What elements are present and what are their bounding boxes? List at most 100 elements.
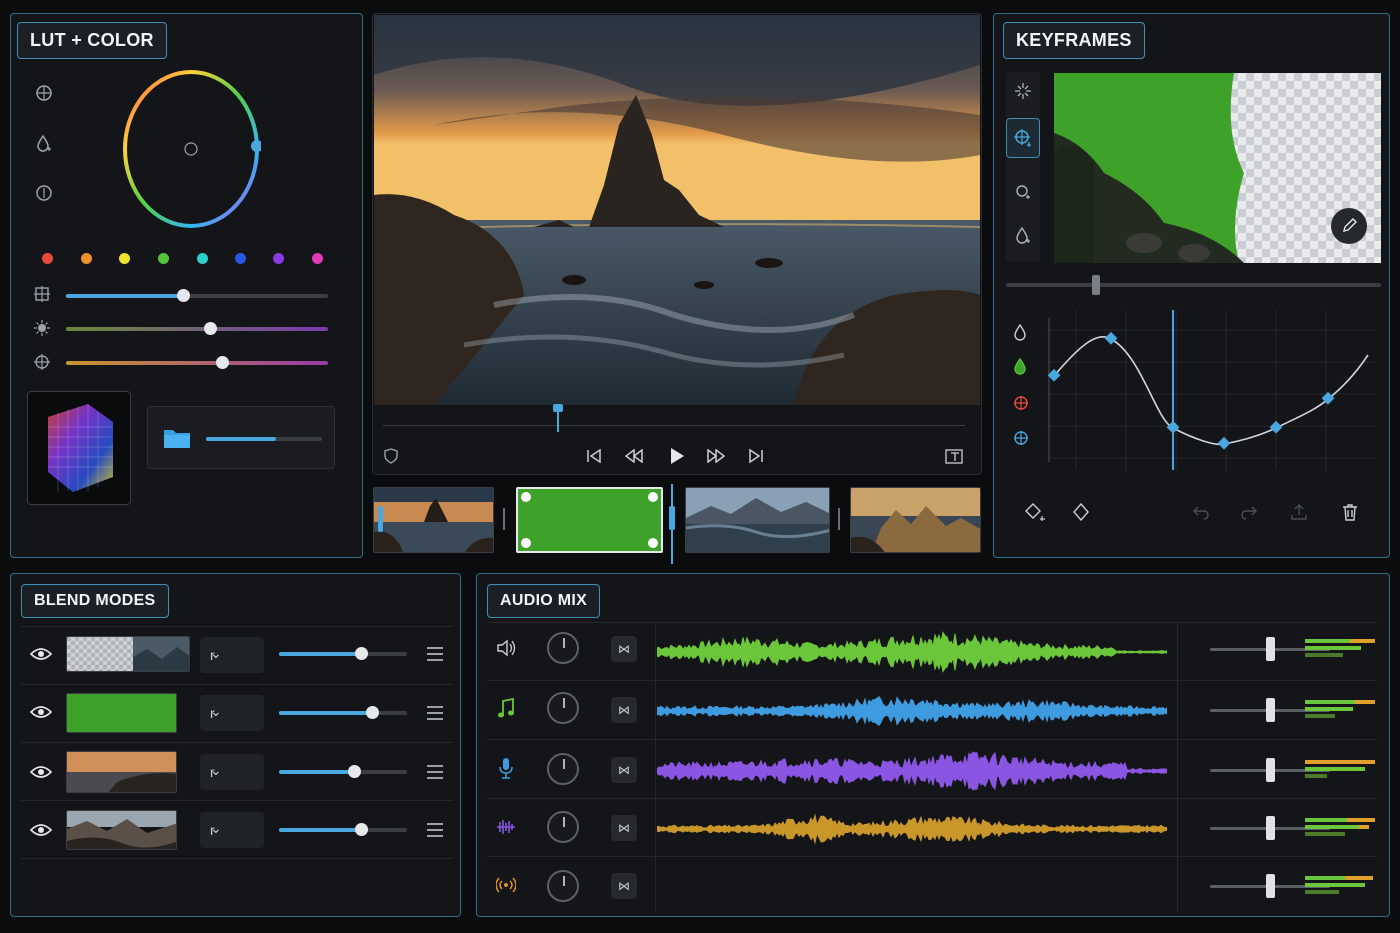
color-swatch[interactable] xyxy=(119,253,130,264)
keyframe-diamond-icon[interactable] xyxy=(1070,501,1092,523)
mute-button[interactable]: ⋈ xyxy=(611,873,637,899)
color-swatch[interactable] xyxy=(158,253,169,264)
clip-thumbnail[interactable] xyxy=(685,487,830,553)
slider-knob[interactable] xyxy=(355,647,368,660)
trash-icon[interactable] xyxy=(1339,501,1361,523)
opacity-slider[interactable] xyxy=(279,823,407,836)
eyedropper-button[interactable] xyxy=(1331,208,1367,244)
rewind-icon[interactable] xyxy=(623,446,645,466)
play-icon[interactable] xyxy=(665,444,689,468)
dropper-add-icon[interactable] xyxy=(33,132,55,154)
preview-timeline-ruler[interactable] xyxy=(383,404,965,432)
crop-icon[interactable] xyxy=(943,446,965,466)
keyframe-curve-graph[interactable] xyxy=(1046,310,1376,470)
mute-button[interactable]: ⋈ xyxy=(611,757,637,783)
menu-icon[interactable] xyxy=(424,762,446,782)
blend-mode-dropdown[interactable]: r ⌄ xyxy=(200,637,264,673)
undo-icon[interactable] xyxy=(1190,501,1212,523)
scrub-handle[interactable] xyxy=(1092,275,1100,295)
layer-thumbnail[interactable] xyxy=(66,810,177,850)
pan-knob[interactable] xyxy=(547,632,579,664)
brightness-slider[interactable] xyxy=(66,322,328,335)
slider-knob[interactable] xyxy=(366,706,379,719)
redo-icon[interactable] xyxy=(1238,501,1260,523)
fader-cap[interactable] xyxy=(1266,758,1275,782)
slider-knob[interactable] xyxy=(348,765,361,778)
dropper-add-icon[interactable] xyxy=(1012,224,1034,246)
pan-knob[interactable] xyxy=(547,870,579,902)
eye-icon[interactable] xyxy=(29,762,53,782)
eye-icon[interactable] xyxy=(29,644,53,664)
waveform-track-3[interactable] xyxy=(656,746,1168,796)
color-swatch[interactable] xyxy=(197,253,208,264)
fast-forward-icon[interactable] xyxy=(705,446,727,466)
mute-button[interactable]: ⋈ xyxy=(611,636,637,662)
layer-thumbnail[interactable] xyxy=(66,693,177,733)
lut-import-box[interactable] xyxy=(147,406,335,469)
clip-handle[interactable] xyxy=(378,506,383,532)
pan-knob[interactable] xyxy=(547,692,579,724)
corner-handle-icon[interactable] xyxy=(648,538,658,548)
skip-start-icon[interactable] xyxy=(583,446,605,466)
magic-wand-icon[interactable] xyxy=(1012,80,1034,102)
fader-cap[interactable] xyxy=(1266,874,1275,898)
exposure-slider[interactable] xyxy=(66,289,328,302)
drop-add-icon[interactable] xyxy=(1012,180,1034,202)
sound-effect-icon[interactable] xyxy=(495,816,517,838)
music-note-icon[interactable] xyxy=(495,697,517,721)
pan-knob[interactable] xyxy=(547,811,579,843)
chroma-key-preview[interactable] xyxy=(1054,73,1381,263)
mute-button[interactable]: ⋈ xyxy=(611,815,637,841)
export-icon[interactable] xyxy=(1288,501,1310,523)
pan-knob[interactable] xyxy=(547,753,579,785)
green-screen-clip[interactable] xyxy=(516,487,663,553)
microphone-icon[interactable] xyxy=(495,756,517,780)
fader-cap[interactable] xyxy=(1266,698,1275,722)
fader-cap[interactable] xyxy=(1266,637,1275,661)
fader-cap[interactable] xyxy=(1266,816,1275,840)
corner-handle-icon[interactable] xyxy=(521,538,531,548)
opacity-slider[interactable] xyxy=(279,765,407,778)
menu-icon[interactable] xyxy=(424,703,446,723)
target-red-icon[interactable] xyxy=(1011,392,1031,414)
skip-end-icon[interactable] xyxy=(745,446,767,466)
color-wheel[interactable] xyxy=(121,69,263,229)
target-add-icon[interactable] xyxy=(1006,118,1040,158)
menu-icon[interactable] xyxy=(424,644,446,664)
broadcast-icon[interactable] xyxy=(495,874,517,896)
waveform-track-4[interactable] xyxy=(656,804,1168,854)
slider-knob[interactable] xyxy=(216,356,229,369)
keyframe-scrub-slider[interactable] xyxy=(1006,275,1381,295)
color-swatch[interactable] xyxy=(42,253,53,264)
color-swatch[interactable] xyxy=(81,253,92,264)
opacity-slider[interactable] xyxy=(279,706,407,719)
slider-knob[interactable] xyxy=(355,823,368,836)
mute-button[interactable]: ⋈ xyxy=(611,697,637,723)
layer-thumbnail[interactable] xyxy=(66,751,177,793)
clip-thumbnail[interactable] xyxy=(373,487,494,553)
slider-knob[interactable] xyxy=(177,289,190,302)
waveform-track-2[interactable] xyxy=(656,686,1168,736)
drop-green-icon[interactable] xyxy=(1011,356,1031,378)
corner-handle-icon[interactable] xyxy=(521,492,531,502)
target-icon[interactable] xyxy=(33,182,55,204)
hue-slider[interactable] xyxy=(66,356,328,369)
opacity-slider[interactable] xyxy=(279,647,407,660)
layer-thumbnail[interactable] xyxy=(66,636,190,672)
clip-thumbnail[interactable] xyxy=(850,487,981,553)
color-swatch[interactable] xyxy=(273,253,284,264)
blend-mode-dropdown[interactable]: r ⌄ xyxy=(200,754,264,790)
blend-mode-dropdown[interactable]: r ⌄ xyxy=(200,695,264,731)
shield-icon[interactable] xyxy=(381,446,401,466)
slider-knob[interactable] xyxy=(204,322,217,335)
target-blue-icon[interactable] xyxy=(1011,427,1031,449)
corner-handle-icon[interactable] xyxy=(648,492,658,502)
crosshair-icon[interactable] xyxy=(33,82,55,104)
color-swatch[interactable] xyxy=(312,253,323,264)
eye-icon[interactable] xyxy=(29,820,53,840)
blend-mode-dropdown[interactable]: r ⌄ xyxy=(200,812,264,848)
drop-white-icon[interactable] xyxy=(1011,322,1031,344)
menu-icon[interactable] xyxy=(424,820,446,840)
speaker-icon[interactable] xyxy=(495,637,517,659)
lut-cube-thumbnail[interactable] xyxy=(27,391,131,505)
